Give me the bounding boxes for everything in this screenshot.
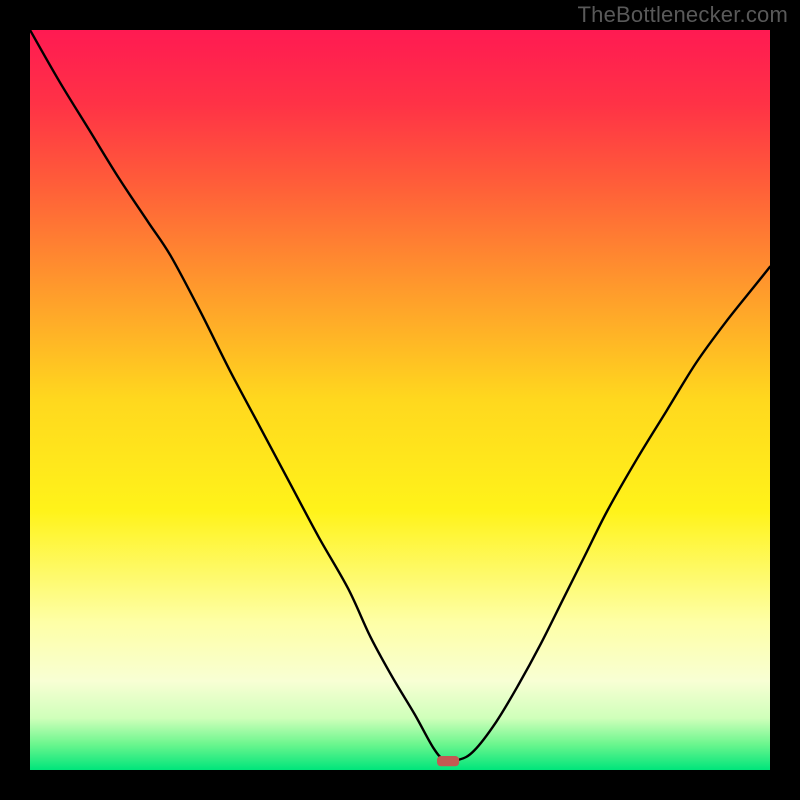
minimum-marker bbox=[437, 756, 459, 766]
chart-background bbox=[30, 30, 770, 770]
watermark-text: TheBottlenecker.com bbox=[578, 2, 788, 28]
plot-area bbox=[30, 30, 770, 770]
chart-container: TheBottlenecker.com bbox=[0, 0, 800, 800]
chart-svg bbox=[30, 30, 770, 770]
